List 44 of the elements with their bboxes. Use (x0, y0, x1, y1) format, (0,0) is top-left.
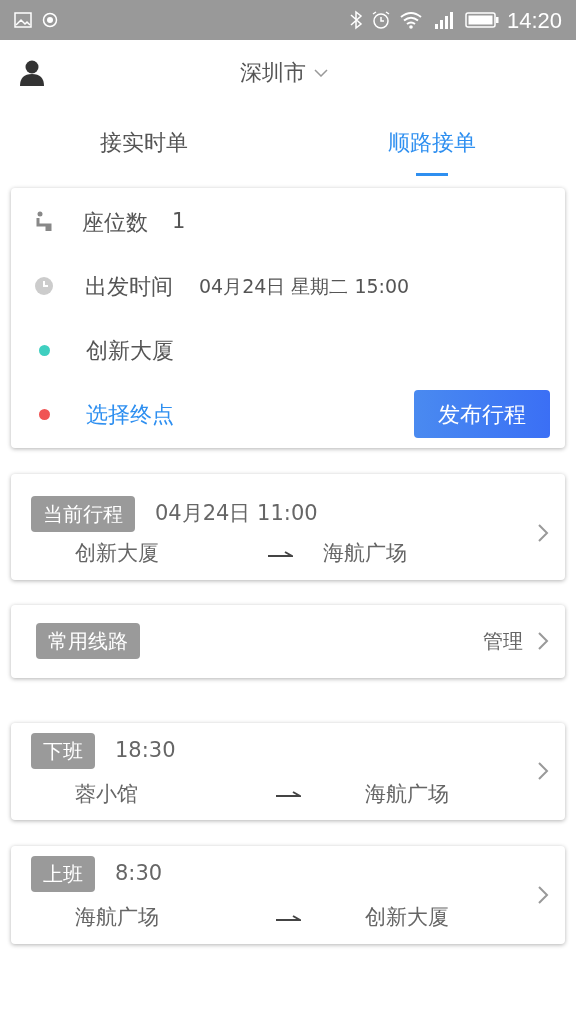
alarm-icon (370, 10, 391, 30)
seats-label: 座位数 (82, 208, 148, 237)
city-selector[interactable]: 深圳市 (240, 56, 328, 89)
trip-time: 8:30 (115, 860, 163, 888)
chevron-right-icon (537, 761, 549, 782)
trip-origin: 海航广场 (75, 904, 160, 931)
departure-time[interactable]: 04月24日 星期二 15:00 (199, 271, 410, 301)
record-icon (42, 12, 58, 28)
trip-destination: 海航广场 (365, 780, 449, 808)
origin-location: 创新大厦 (86, 336, 174, 365)
wifi-icon (398, 11, 423, 29)
seat-icon (36, 211, 52, 233)
card[interactable]: 上班 8:30 海航广场 创新大厦 (11, 846, 565, 944)
card[interactable]: 当前行程 04月24日 11:00 创新大厦 海航广场 (11, 474, 565, 580)
trip-tag: 当前行程 (31, 496, 135, 532)
tab[interactable]: 接实时单 (0, 106, 288, 188)
status-time: 14:20 (506, 6, 562, 35)
trip-tag: 下班 (31, 732, 95, 769)
publish-button[interactable]: 发布行程 (414, 390, 550, 438)
trip-tag: 上班 (31, 856, 95, 892)
card[interactable]: 下班 18:30 蓉小馆 海航广场 (11, 722, 565, 820)
card[interactable]: 座位数 1 出发时间 04月24日 星期二 15:00 创新大厦 选择终点 发布行程 (11, 188, 565, 448)
trip-origin: 蓉小馆 (75, 780, 139, 808)
image-icon (14, 12, 32, 28)
trip-destination: 创新大厦 (365, 904, 449, 931)
destination-link[interactable]: 选择终点 (86, 397, 174, 431)
manage-link[interactable]: 管理 (483, 626, 523, 656)
chevron-right-icon (537, 884, 549, 905)
user-icon[interactable] (20, 60, 44, 86)
chevron-right-icon (537, 522, 549, 543)
bluetooth-icon (348, 10, 363, 30)
trip-origin: 创新大厦 (75, 540, 160, 567)
card[interactable]: 常用线路 管理 (11, 604, 565, 678)
trip-time: 18:30 (115, 736, 176, 764)
departure-label: 出发时间 (85, 272, 173, 301)
chevron-down-icon (314, 68, 328, 77)
trip-tag: 常用线路 (36, 623, 140, 659)
trip-destination: 海航广场 (323, 540, 407, 567)
clock-icon (35, 277, 53, 295)
tab[interactable]: 顺路接单 (288, 106, 576, 188)
trip-time: 04月24日 11:00 (155, 500, 318, 528)
chevron-right-icon (537, 631, 549, 651)
battery-icon (464, 12, 499, 28)
seats-value[interactable]: 1 (172, 206, 186, 238)
